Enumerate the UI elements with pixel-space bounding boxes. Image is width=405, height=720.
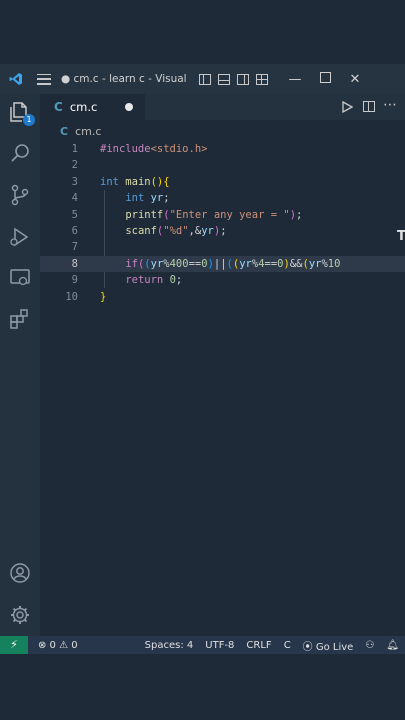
- menu-icon[interactable]: [37, 73, 51, 85]
- run-debug-icon[interactable]: [8, 225, 32, 249]
- title-bar: ● cm.c - learn c - Visual ... — ✕: [0, 64, 405, 94]
- code-text: return 0;: [125, 274, 183, 287]
- extensions-icon[interactable]: [8, 307, 32, 331]
- line-number: 6: [71, 225, 78, 237]
- go-live-button[interactable]: ⦿ Go Live: [303, 638, 354, 653]
- toggle-secondary-sidebar-icon[interactable]: [237, 73, 249, 85]
- remote-indicator-icon[interactable]: ⚡: [0, 636, 28, 654]
- code-line: 1 #include<stdio.h>: [40, 141, 405, 157]
- code-text: printf("Enter any year = ");: [125, 208, 303, 221]
- search-icon[interactable]: [8, 141, 32, 165]
- code-line: 9 return 0;: [40, 272, 405, 288]
- line-number: 2: [71, 159, 78, 172]
- broadcast-icon: ⦿: [302, 641, 313, 653]
- line-number: 9: [71, 274, 78, 287]
- close-window-button[interactable]: ✕: [340, 72, 370, 87]
- go-live-label: Go Live: [315, 641, 354, 653]
- line-number: 7: [71, 241, 78, 254]
- vscode-logo-icon: [9, 73, 22, 85]
- code-text: #include<stdio.h>: [100, 143, 208, 155]
- status-bar: ⚡ ⊗ 0 ⚠ 0 Spaces: 4 UTF-8 CRLF C ⦿ Go Li…: [0, 636, 405, 654]
- line-number: 10: [65, 290, 78, 303]
- line-number: 1: [71, 143, 78, 155]
- source-control-icon[interactable]: [8, 183, 32, 207]
- accounts-status-icon[interactable]: ⚇: [365, 640, 374, 651]
- code-text: int yr;: [125, 192, 170, 205]
- unsaved-dot-icon[interactable]: [125, 103, 133, 111]
- code-editor[interactable]: 1 #include<stdio.h> 2 3 int main(){ 4 in…: [40, 141, 405, 636]
- split-editor-icon[interactable]: [363, 101, 375, 112]
- line-number: 8: [71, 257, 78, 270]
- top-letterbox: [0, 0, 405, 64]
- eol-indicator[interactable]: CRLF: [246, 640, 271, 651]
- code-line: 4 int yr;: [40, 190, 405, 206]
- breadcrumb: C cm.c: [40, 121, 405, 141]
- minimize-button[interactable]: —: [280, 72, 310, 87]
- toggle-primary-sidebar-icon[interactable]: [199, 73, 211, 85]
- code-line: 7: [40, 239, 405, 255]
- window-title: ● cm.c - learn c - Visual ...: [61, 73, 191, 85]
- encoding-indicator[interactable]: UTF-8: [205, 640, 234, 651]
- code-line: 10 }: [40, 289, 405, 305]
- problems-indicator[interactable]: ⊗ 0 ⚠ 0: [38, 640, 78, 651]
- overview-ruler-marker: T: [397, 229, 405, 244]
- maximize-button[interactable]: [310, 71, 340, 87]
- line-number: 5: [71, 208, 78, 221]
- code-line: 3 int main(){: [40, 174, 405, 190]
- more-actions-icon[interactable]: ⋯: [383, 97, 397, 113]
- code-text: }: [100, 290, 107, 303]
- code-text: scanf("%d",&yr);: [125, 225, 227, 237]
- c-file-icon: C: [54, 100, 63, 114]
- code-text: if((yr%400==0)||((yr%4==0)&&(yr%10: [125, 257, 341, 270]
- indentation-indicator[interactable]: Spaces: 4: [145, 640, 194, 651]
- tab-cm-c[interactable]: C cm.c: [40, 94, 145, 120]
- remote-explorer-icon[interactable]: [8, 266, 32, 290]
- code-line: 2: [40, 157, 405, 173]
- code-line: 6 scanf("%d",&yr);: [40, 223, 405, 239]
- bottom-letterbox: [0, 654, 405, 720]
- language-mode[interactable]: C: [284, 640, 291, 651]
- run-icon[interactable]: [341, 101, 353, 113]
- c-file-icon: C: [60, 124, 69, 138]
- maximize-icon: [319, 71, 331, 83]
- line-number: 3: [71, 175, 78, 188]
- toggle-panel-icon[interactable]: [218, 73, 230, 85]
- code-line-current: 8 if((yr%400==0)||((yr%4==0)&&(yr%10: [40, 255, 405, 273]
- editor-tab-bar: C cm.c ⋯: [40, 94, 405, 120]
- manage-gear-icon[interactable]: [8, 603, 32, 627]
- accounts-icon[interactable]: [8, 561, 32, 585]
- code-text: int main(){: [100, 175, 170, 188]
- breadcrumb-file[interactable]: cm.c: [75, 125, 101, 138]
- explorer-badge: 1: [23, 114, 35, 126]
- tab-label: cm.c: [69, 100, 98, 114]
- customize-layout-icon[interactable]: [256, 73, 268, 85]
- notifications-bell-icon[interactable]: 🔔︎: [386, 640, 399, 651]
- explorer-icon[interactable]: 1: [8, 100, 35, 126]
- activity-bar: 1: [0, 94, 40, 636]
- code-line: 5 printf("Enter any year = ");: [40, 207, 405, 223]
- line-number: 4: [71, 192, 78, 205]
